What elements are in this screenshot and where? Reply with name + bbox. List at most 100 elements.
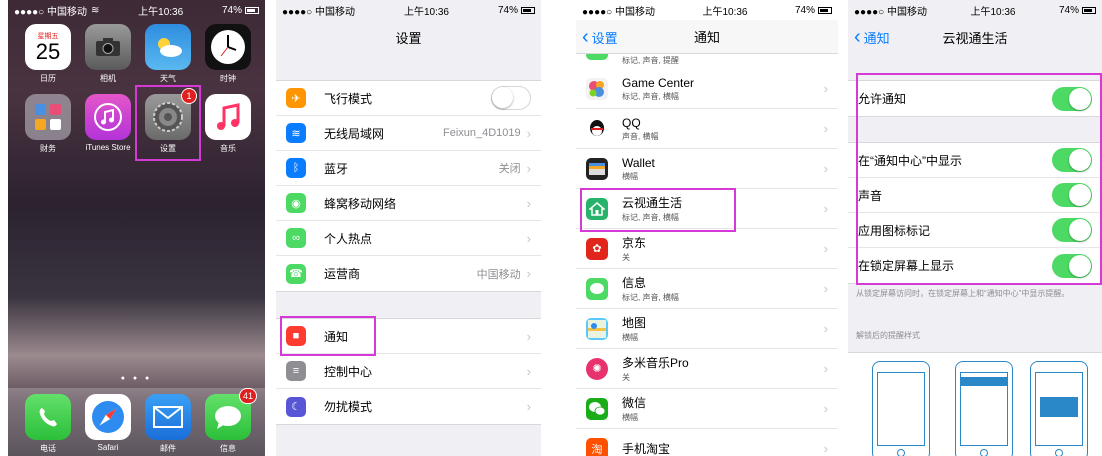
app-name: 多米音乐Pro [622, 356, 689, 370]
sound-row[interactable]: 声音 [848, 178, 1102, 213]
app-folder-finance[interactable]: 财务 [22, 94, 74, 154]
app-label: Safari [97, 443, 119, 452]
row-label: 在锁定屏幕上显示 [858, 259, 955, 273]
list-item-cloud-home[interactable]: 云视通生活 标记, 声音, 横幅 › [576, 189, 838, 229]
battery-icon [244, 6, 259, 14]
page-title: 云视通生活 [942, 30, 1008, 46]
app-label: 信息 [220, 444, 236, 453]
chevron-right-icon: › [526, 125, 531, 141]
chevron-right-icon: › [823, 321, 828, 336]
dock-phone[interactable]: 电话 [22, 394, 74, 454]
messages-icon [586, 277, 608, 300]
cellular-icon: ◉ [286, 193, 306, 213]
list-item-wechat[interactable]: 微信 横幅 › [576, 389, 838, 429]
row-label: 勿扰模式 [324, 400, 373, 414]
sound-toggle[interactable] [1052, 183, 1092, 207]
weather-icon [145, 24, 191, 70]
calendar-icon: 星期五 25 [25, 24, 71, 70]
notification-options-group: 在“通知中心”中显示 声音 应用图标标记 在锁定屏幕上显示 [848, 142, 1102, 284]
chevron-right-icon: › [526, 266, 531, 281]
carrier-text: ●●●●○ 中国移动 [282, 6, 355, 18]
row-label: 声音 [858, 188, 883, 203]
alert-style-picker [848, 352, 1102, 456]
list-item-game-center[interactable]: Game Center 标记, 声音, 横幅 › [576, 69, 838, 109]
app-weather[interactable]: 天气 [142, 24, 194, 84]
alert-style-banner[interactable] [955, 361, 1013, 456]
status-time: 上午10:36 [138, 6, 184, 18]
settings-row-notifications[interactable]: ■ 通知 › [276, 319, 541, 354]
app-calendar[interactable]: 星期五 25 日历 [22, 24, 74, 84]
battery-percent: 74% [794, 4, 815, 16]
list-item-sub: 标记, 声音, 提醒 [622, 56, 679, 65]
status-bar: ●●●●○ 中国移动 上午10:36 74% [576, 0, 838, 20]
settings-row-do-not-disturb[interactable]: ☾ 勿扰模式 › [276, 389, 541, 424]
settings-row-airplane[interactable]: ✈ 飞行模式 [276, 81, 541, 116]
list-item-maps[interactable]: 地图 横幅 › [576, 309, 838, 349]
app-sub: 关 [622, 253, 630, 262]
chevron-right-icon: › [526, 160, 531, 176]
list-item-wallet[interactable]: Wallet 横幅 › [576, 149, 838, 189]
app-sub: 横幅 [622, 413, 638, 422]
list-item-jd[interactable]: ✿ 京东关 › [576, 229, 838, 269]
list-item-qq[interactable]: QQ 声音, 横幅 › [576, 109, 838, 149]
settings-row-control-center[interactable]: ≡ 控制中心 › [276, 354, 541, 389]
chevron-left-icon: ‹ [582, 26, 589, 48]
carrier-text: ●●●●○ 中国移动 [14, 6, 87, 18]
back-button[interactable]: ‹ 设置 [582, 20, 618, 54]
safari-icon [85, 394, 131, 440]
maps-icon [586, 317, 608, 340]
phone-icon [25, 394, 71, 440]
cloud-home-icon [586, 197, 608, 220]
list-item-messages[interactable]: 信息 标记, 声音, 横幅 › [576, 269, 838, 309]
settings-row-hotspot[interactable]: ∞ 个人热点 › [276, 221, 541, 256]
status-bar: ●●●●○ 中国移动 ≋ 上午10:36 74% [8, 0, 265, 20]
app-clock[interactable]: 时钟 [202, 24, 254, 84]
app-label: iTunes Store [85, 143, 131, 152]
settings-row-cellular[interactable]: ◉ 蜂窝移动网络 › [276, 186, 541, 221]
settings-row-carrier[interactable]: ☎ 运营商 中国移动 › [276, 256, 541, 291]
settings-row-wifi[interactable]: ≋ 无线局域网 Feixun_4D1019 › [276, 116, 541, 151]
phone-screen [960, 372, 1008, 446]
back-label: 设置 [591, 30, 618, 46]
wifi-icon: ≋ [286, 123, 306, 143]
app-sub: 关 [622, 373, 630, 382]
app-sub: 标记, 声音, 横幅 [622, 91, 679, 101]
show-in-notification-center-row[interactable]: 在“通知中心”中显示 [848, 143, 1102, 178]
app-music[interactable]: 音乐 [202, 94, 254, 154]
calendar-day: 25 [35, 39, 61, 64]
settings-group-connectivity: ✈ 飞行模式 ≋ 无线局域网 Feixun_4D1019 › ᛒ 蓝牙 关闭 ›… [276, 80, 541, 292]
app-sub: 标记, 声音, 横幅 [622, 213, 679, 222]
chevron-right-icon: › [823, 281, 828, 296]
app-camera[interactable]: 相机 [82, 24, 134, 84]
app-label: 音乐 [220, 144, 236, 153]
app-label: 天气 [160, 74, 176, 83]
settings-row-bluetooth[interactable]: ᛒ 蓝牙 关闭 › [276, 151, 541, 186]
notification-center-toggle[interactable] [1052, 148, 1092, 172]
back-button[interactable]: ‹ 通知 [854, 20, 890, 54]
lock-screen-toggle[interactable] [1052, 253, 1092, 278]
alert-style-none[interactable] [872, 361, 930, 456]
list-item-taobao[interactable]: 淘 手机淘宝 › [576, 429, 838, 456]
allow-notifications-toggle[interactable] [1052, 86, 1092, 111]
alert-style-alert[interactable] [1030, 361, 1088, 456]
list-item-duomi[interactable]: ✺ 多米音乐Pro 关 › [576, 349, 838, 389]
badge-app-icon-row[interactable]: 应用图标标记 [848, 213, 1102, 248]
app-label: 相机 [100, 74, 116, 83]
row-label: 蓝牙 [324, 161, 349, 176]
chevron-left-icon: ‹ [854, 26, 861, 48]
show-on-lock-screen-row[interactable]: 在锁定屏幕上显示 [848, 248, 1102, 283]
dock-safari[interactable]: Safari [82, 394, 134, 452]
app-label: 时钟 [220, 74, 236, 83]
badge-toggle[interactable] [1052, 218, 1092, 242]
notifications-screen: ●●●●○ 中国移动 上午10:36 74% ‹ 设置 通知 标记, 声音, 提醒… [576, 0, 838, 456]
dock: 电话 Safari 邮件 41 信息 [8, 388, 265, 456]
dock-mail[interactable]: 邮件 [142, 394, 194, 454]
app-settings[interactable]: 1 设置 [142, 88, 197, 154]
chevron-right-icon: › [823, 401, 828, 416]
folder-icon [25, 94, 71, 140]
allow-notifications-row[interactable]: 允许通知 [848, 81, 1102, 116]
dock-messages[interactable]: 41 信息 [202, 388, 257, 454]
app-itunes[interactable]: iTunes Store [82, 94, 134, 152]
airplane-toggle[interactable] [491, 86, 531, 110]
carrier-text: ●●●●○ 中国移动 [582, 6, 655, 18]
